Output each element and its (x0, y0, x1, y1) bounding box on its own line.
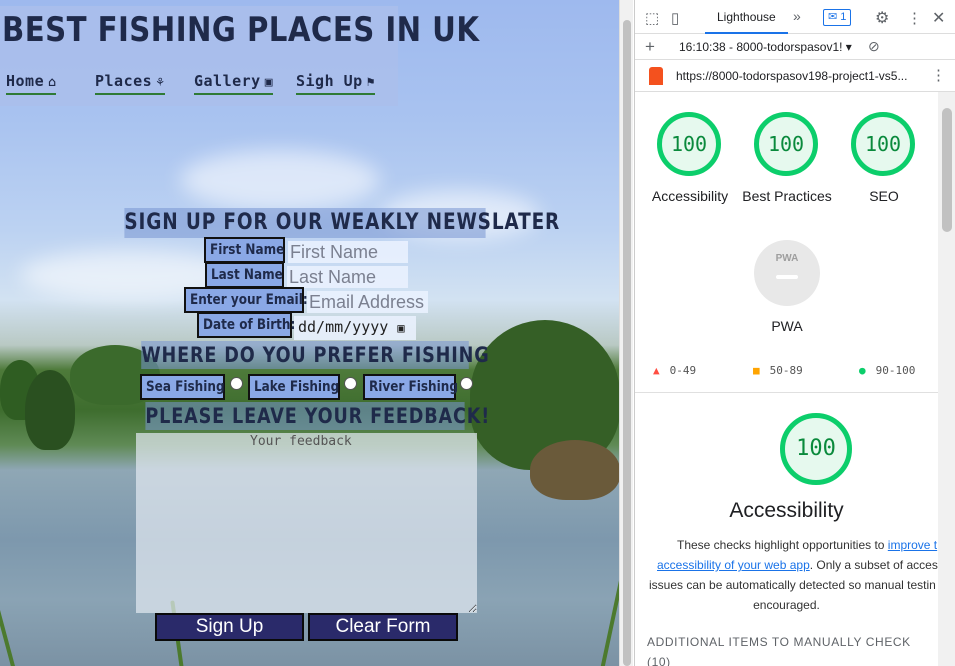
sign-up-button[interactable]: Sign Up (155, 613, 304, 641)
category-description: These checks highlight opportunities to … (649, 538, 938, 612)
devtools-scrollbar[interactable] (938, 92, 955, 666)
issues-count: 1 (840, 11, 847, 23)
email-input[interactable] (307, 291, 428, 313)
river-fishing-label: River Fishing (363, 374, 458, 400)
dob-input[interactable]: dd/mm/yyyy ▣ (294, 316, 416, 340)
reed (0, 592, 16, 666)
legend-fail: ▲ 0-49 (653, 364, 697, 377)
images-icon: ▣ (264, 75, 274, 90)
nav-home-label: Home (6, 72, 45, 90)
newsletter-heading: SIGN UP FOR OUR WEAKLY NEWSLATER (124, 208, 559, 238)
nav-sign-up[interactable]: Sigh Up ⚑ (296, 72, 376, 95)
triangle-icon: ▲ (653, 364, 660, 377)
clear-form-button[interactable]: Clear Form (308, 613, 458, 641)
accessibility-gauge-label: Accessibility (651, 188, 729, 204)
tree (25, 370, 75, 450)
close-icon[interactable]: ✕ (932, 8, 945, 28)
nav-gallery[interactable]: Gallery ▣ (194, 72, 274, 95)
tab-lighthouse[interactable]: Lighthouse (705, 0, 788, 34)
best-practices-gauge-label: Best Practices (742, 188, 832, 204)
legend-pass: ● 90-100 (859, 364, 916, 377)
inspect-icon[interactable]: ⬚ (645, 9, 659, 27)
site-title: BEST FISHING PLACES IN UK (2, 10, 480, 50)
accessibility-gauge[interactable]: 100 (657, 112, 721, 176)
seo-gauge-label: SEO (869, 188, 899, 204)
kebab-menu-icon[interactable]: ⋮ (907, 9, 922, 27)
devtools-toolbar: ⬚ ▯ Lighthouse » ✉ 1 ⚙ ⋮ ✕ (635, 0, 955, 34)
lake-fishing-label: Lake Fishing (248, 374, 340, 400)
nav-places[interactable]: Places ⚘ (95, 72, 165, 95)
main-category-title: Accessibility (729, 499, 844, 522)
lighthouse-icon (649, 67, 663, 85)
report-bar: + 16:10:38 - 8000-todorspasov1! ▾ ⊘ (635, 34, 955, 60)
reeds-brown (530, 440, 620, 500)
page-scrollbar[interactable] (619, 0, 633, 666)
nav-home[interactable]: Home ⌂ (6, 72, 57, 95)
pwa-gauge-label: PWA (771, 318, 803, 334)
best-practices-gauge[interactable]: 100 (754, 112, 818, 176)
last-name-label: Last Name (205, 262, 284, 288)
improve-link[interactable]: improve t (888, 538, 937, 552)
seo-gauge[interactable]: 100 (851, 112, 915, 176)
divider (635, 392, 938, 393)
square-icon: ■ (753, 364, 760, 377)
home-icon: ⌂ (48, 75, 57, 90)
feedback-placeholder: Your feedback (250, 434, 352, 449)
devtools-panel: ⬚ ▯ Lighthouse » ✉ 1 ⚙ ⋮ ✕ + 16:10:38 - … (634, 0, 955, 666)
river-fishing-radio[interactable] (460, 377, 473, 390)
first-name-label: First Name (204, 237, 285, 263)
sea-fishing-label: Sea Fishing (140, 374, 225, 400)
lake-fishing-radio[interactable] (344, 377, 357, 390)
issues-badge[interactable]: ✉ 1 (823, 9, 852, 26)
add-report-icon[interactable]: + (645, 37, 655, 57)
fishing-heading: WHERE DO YOU PREFER FISHING (141, 341, 490, 369)
feedback-heading: PLEASE LEAVE YOUR FEEDBACK! (145, 402, 491, 430)
dob-value: dd/mm/yyyy (298, 318, 389, 336)
map-icon: ⚘ (156, 75, 165, 90)
circle-icon: ● (859, 364, 866, 377)
website-viewport: BEST FISHING PLACES IN UK Home ⌂ Places ⚘ … (0, 0, 620, 666)
device-toggle-icon[interactable]: ▯ (671, 9, 679, 27)
audited-url: https://8000-todorspasov198-project1-vs5… (676, 69, 908, 83)
pwa-dash (776, 275, 798, 279)
url-menu-icon[interactable]: ⋮ (931, 66, 946, 84)
additional-items-header[interactable]: ADDITIONAL ITEMS TO MANUALLY CHECK (10) (647, 635, 911, 666)
main-accessibility-gauge: 100 (780, 413, 852, 485)
nav-places-label: Places (95, 72, 153, 90)
pwa-badge-icon: PWA (775, 253, 799, 264)
first-name-input[interactable] (288, 241, 408, 263)
sea-fishing-radio[interactable] (230, 377, 243, 390)
nav-gallery-label: Gallery (194, 72, 261, 90)
clear-reports-icon[interactable]: ⊘ (868, 38, 880, 55)
cloud (180, 150, 380, 210)
accessibility-link[interactable]: accessibility of your web app (657, 558, 810, 572)
report-time: 16:10:38 - 8000-todorspasov1! (679, 40, 843, 54)
reed (600, 561, 620, 666)
devtools-scrollbar-thumb[interactable] (942, 108, 952, 232)
legend-average: ■ 50-89 (753, 364, 803, 377)
feedback-textarea[interactable] (136, 433, 477, 613)
more-tabs-icon[interactable]: » (793, 8, 801, 24)
last-name-input[interactable] (287, 266, 408, 288)
url-bar: https://8000-todorspasov198-project1-vs5… (635, 60, 955, 92)
pwa-gauge[interactable]: PWA (754, 240, 820, 306)
dob-label: Date of Birth: (197, 312, 295, 338)
page-scrollbar-thumb[interactable] (623, 20, 631, 666)
report-selector[interactable]: 16:10:38 - 8000-todorspasov1! ▾ (679, 40, 852, 54)
nav-sign-up-label: Sigh Up (296, 72, 363, 90)
email-label: Enter your Email: (184, 287, 308, 313)
calendar-icon[interactable]: ▣ (397, 321, 404, 335)
flag-icon: ⚑ (366, 75, 376, 90)
gear-icon[interactable]: ⚙ (875, 8, 889, 28)
